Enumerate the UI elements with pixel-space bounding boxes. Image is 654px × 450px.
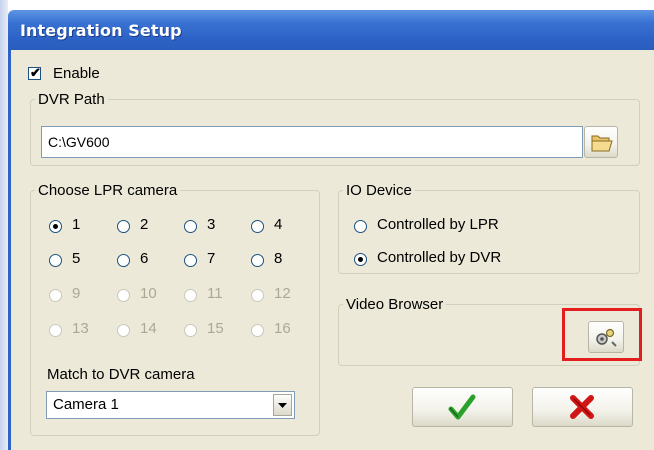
lpr-camera-label-8: 8 [274, 250, 283, 267]
lpr-camera-radio-7[interactable] [184, 254, 197, 267]
lpr-camera-label-6: 6 [140, 250, 149, 267]
dvr-path-legend: DVR Path [38, 91, 105, 108]
lpr-camera-radio-13 [49, 324, 62, 337]
lpr-camera-label-16: 16 [274, 320, 291, 337]
cancel-button[interactable] [532, 387, 633, 427]
lpr-camera-label-12: 12 [274, 285, 291, 302]
dropdown-arrow-button[interactable] [273, 394, 292, 416]
lpr-camera-label-14: 14 [140, 320, 157, 337]
io-device-legend: IO Device [346, 182, 412, 199]
video-browser-legend: Video Browser [346, 296, 444, 313]
lpr-camera-radio-2[interactable] [117, 220, 130, 233]
lpr-camera-radio-12 [251, 289, 264, 302]
lpr-camera-radio-9 [49, 289, 62, 302]
window-border [8, 50, 11, 450]
lpr-camera-label-7: 7 [207, 250, 216, 267]
ok-button[interactable] [412, 387, 513, 427]
integration-setup-window: Integration Setup ✔ Enable DVR Path C:\G… [0, 0, 654, 450]
lpr-camera-label-10: 10 [140, 285, 157, 302]
lpr-camera-label-3: 3 [207, 216, 216, 233]
lpr-camera-radio-11 [184, 289, 197, 302]
lpr-camera-radio-16 [251, 324, 264, 337]
lpr-camera-radio-14 [117, 324, 130, 337]
lpr-camera-radio-1[interactable] [49, 220, 62, 233]
enable-checkbox[interactable]: ✔ [28, 65, 41, 80]
window-edge [0, 0, 8, 450]
lpr-camera-label-2: 2 [140, 216, 149, 233]
io-controlled-by-lpr-radio[interactable] [354, 220, 367, 233]
window-title: Integration Setup [20, 21, 182, 40]
lpr-camera-radio-4[interactable] [251, 220, 264, 233]
lpr-camera-radio-6[interactable] [117, 254, 130, 267]
title-bar[interactable]: Integration Setup [8, 10, 654, 50]
browse-folder-button[interactable] [584, 126, 618, 158]
lpr-camera-radio-8[interactable] [251, 254, 264, 267]
x-icon [570, 395, 594, 419]
dvr-camera-select[interactable]: Camera 1 [46, 391, 295, 419]
lpr-camera-label-4: 4 [274, 216, 283, 233]
lpr-camera-label-11: 11 [207, 285, 223, 302]
lpr-camera-radio-3[interactable] [184, 220, 197, 233]
lpr-camera-radio-15 [184, 324, 197, 337]
checkmark-icon [448, 394, 476, 420]
enable-label: Enable [53, 65, 100, 82]
lpr-camera-label-9: 9 [72, 285, 81, 302]
lpr-camera-radio-5[interactable] [49, 254, 62, 267]
lpr-camera-legend: Choose LPR camera [38, 182, 178, 199]
io-controlled-by-dvr-label: Controlled by DVR [377, 249, 502, 266]
folder-icon [591, 135, 613, 152]
check-icon: ✔ [30, 65, 41, 80]
lpr-camera-radio-10 [117, 289, 130, 302]
dvr-camera-select-value: Camera 1 [53, 396, 119, 413]
io-controlled-by-dvr-radio[interactable] [354, 253, 367, 266]
match-dvr-camera-label: Match to DVR camera [47, 366, 195, 383]
chevron-down-icon [278, 403, 287, 408]
lpr-camera-label-1: 1 [72, 216, 81, 233]
io-controlled-by-lpr-label: Controlled by LPR [377, 216, 499, 233]
lpr-camera-label-15: 15 [207, 320, 224, 337]
highlight-box [562, 308, 642, 361]
dvr-path-input[interactable]: C:\GV600 [41, 126, 583, 158]
lpr-camera-label-5: 5 [72, 250, 81, 267]
lpr-camera-label-13: 13 [72, 320, 89, 337]
